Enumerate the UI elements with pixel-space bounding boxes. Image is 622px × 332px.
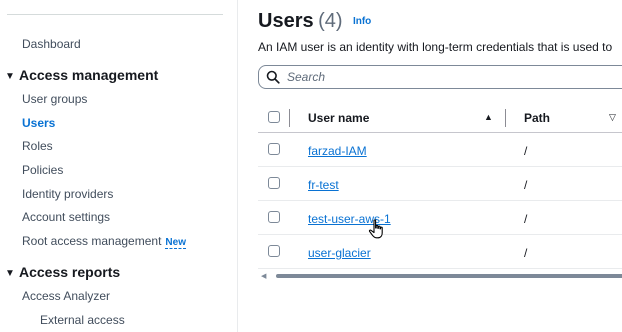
search-icon [266,70,280,84]
user-name-link[interactable]: fr-test [308,178,339,192]
sidebar-item-identity-providers[interactable]: Identity providers [22,187,113,201]
sidebar-item-policies[interactable]: Policies [22,163,63,177]
sidebar-item-label: Root access management [22,234,162,248]
sidebar-divider [7,14,223,15]
table-row: test-user-aws-1 / [258,201,622,235]
search-box[interactable] [258,65,622,89]
search-input[interactable] [287,69,622,85]
table-row: user-glacier / [258,235,622,269]
user-name-link[interactable]: test-user-aws-1 [308,212,391,226]
path-cell: / [524,246,528,260]
sidebar: Dashboard ▼ Access management User groups… [0,0,238,332]
sidebar-item-access-analyzer[interactable]: Access Analyzer [22,289,110,303]
section-label: Access reports [19,264,121,280]
sort-ascending-icon[interactable]: ▲ [484,112,493,122]
path-cell: / [524,144,528,158]
page-description: An IAM user is an identity with long-ter… [258,40,613,54]
sidebar-item-account-settings[interactable]: Account settings [22,210,110,224]
sort-descending-icon[interactable]: ▽ [609,112,616,123]
horizontal-scrollbar[interactable]: ◀ [258,272,622,280]
column-header-path[interactable]: Path [524,111,550,125]
info-link[interactable]: Info [353,16,371,27]
table-header: User name ▲ Path ▽ [258,103,622,133]
user-name-link[interactable]: farzad-IAM [308,144,367,158]
column-divider [289,109,290,127]
sidebar-item-users[interactable]: Users [22,116,55,130]
table-row: fr-test / [258,167,622,201]
page-title: Users [258,10,314,32]
sidebar-item-root-access-management[interactable]: Root access management New [22,234,186,250]
page-header: Users (4) Info [258,10,371,33]
column-divider [505,109,506,127]
user-count: (4) [318,10,343,32]
scrollbar-thumb[interactable] [276,274,622,278]
row-checkbox[interactable] [268,177,280,189]
scroll-left-icon[interactable]: ◀ [261,272,266,280]
row-checkbox[interactable] [268,143,280,155]
column-header-user-name[interactable]: User name [308,111,369,125]
select-all-checkbox[interactable] [268,111,280,123]
section-label: Access management [19,67,159,83]
table-row: farzad-IAM / [258,133,622,167]
caret-down-icon: ▼ [5,268,15,279]
new-badge: New [165,237,186,249]
section-access-reports[interactable]: ▼ Access reports [5,264,120,282]
sidebar-item-user-groups[interactable]: User groups [22,92,87,106]
path-cell: / [524,178,528,192]
main-content: Users (4) Info An IAM user is an identit… [239,0,622,332]
users-table: User name ▲ Path ▽ farzad-IAM / fr-test … [258,103,622,269]
row-checkbox[interactable] [268,211,280,223]
user-name-link[interactable]: user-glacier [308,246,371,260]
sidebar-item-roles[interactable]: Roles [22,139,53,153]
caret-down-icon: ▼ [5,71,15,82]
path-cell: / [524,212,528,226]
row-checkbox[interactable] [268,245,280,257]
section-access-management[interactable]: ▼ Access management [5,67,158,85]
sidebar-item-dashboard[interactable]: Dashboard [22,37,81,51]
sidebar-item-external-access[interactable]: External access [40,313,125,327]
